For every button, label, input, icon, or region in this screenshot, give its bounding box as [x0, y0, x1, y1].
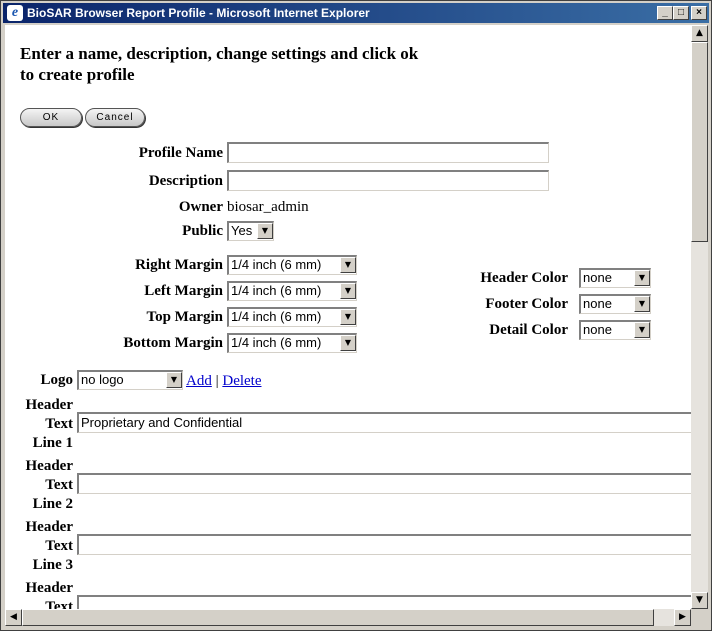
scroll-left-icon[interactable]: ◀	[5, 609, 22, 626]
footer-color-value: none	[583, 296, 612, 311]
chevron-down-icon[interactable]: ▼	[634, 322, 650, 338]
description-label: Description	[148, 173, 223, 189]
public-select[interactable]: Yes ▼	[227, 221, 274, 241]
detail-color-value: none	[583, 322, 612, 337]
chevron-down-icon[interactable]: ▼	[257, 223, 273, 239]
chevron-down-icon[interactable]: ▼	[340, 257, 356, 273]
bottom-margin-select[interactable]: 1/4 inch (6 mm) ▼	[227, 333, 357, 353]
logo-label: Logo	[40, 372, 73, 388]
header-text-line2-input[interactable]	[77, 473, 691, 494]
maximize-button[interactable]: □	[673, 6, 689, 20]
chevron-down-icon[interactable]: ▼	[166, 372, 182, 388]
left-margin-value: 1/4 inch (6 mm)	[231, 283, 322, 298]
top-margin-label: Top Margin	[146, 309, 223, 325]
label-part: Text	[45, 599, 73, 609]
right-margin-label: Right Margin	[135, 257, 223, 273]
top-margin-value: 1/4 inch (6 mm)	[231, 309, 322, 324]
detail-color-select[interactable]: none ▼	[579, 320, 651, 340]
label-part: Line 3	[32, 557, 73, 573]
left-margin-select[interactable]: 1/4 inch (6 mm) ▼	[227, 281, 357, 301]
chevron-down-icon[interactable]: ▼	[340, 335, 356, 351]
browser-window: e BioSAR Browser Report Profile - Micros…	[0, 0, 712, 631]
vertical-scrollbar[interactable]: ▲ ▼	[691, 25, 708, 609]
scroll-up-icon[interactable]: ▲	[691, 25, 708, 42]
cancel-button[interactable]: Cancel	[85, 108, 145, 127]
public-select-value: Yes	[231, 223, 253, 238]
description-input[interactable]	[227, 170, 549, 191]
label-part: Text	[45, 477, 73, 493]
header-text-line1-label: Header Text Line 1	[26, 396, 73, 453]
label-part: Text	[45, 416, 73, 432]
public-label: Public	[182, 223, 223, 239]
logo-select[interactable]: no logo ▼	[77, 370, 183, 390]
header-color-value: none	[583, 270, 612, 285]
add-logo-link[interactable]: Add	[186, 373, 212, 389]
chevron-down-icon[interactable]: ▼	[634, 296, 650, 312]
label-part: Header	[25, 458, 73, 474]
ok-button[interactable]: OK	[20, 108, 82, 127]
right-margin-value: 1/4 inch (6 mm)	[231, 257, 322, 272]
bottom-margin-value: 1/4 inch (6 mm)	[231, 335, 322, 350]
left-margin-label: Left Margin	[144, 283, 223, 299]
chevron-down-icon[interactable]: ▼	[634, 270, 650, 286]
vertical-scroll-thumb[interactable]	[691, 42, 708, 242]
window-title: BioSAR Browser Report Profile - Microsof…	[27, 6, 370, 20]
header-color-select[interactable]: none ▼	[579, 268, 651, 288]
top-margin-select[interactable]: 1/4 inch (6 mm) ▼	[227, 307, 357, 327]
chevron-down-icon[interactable]: ▼	[340, 283, 356, 299]
minimize-button[interactable]: _	[657, 6, 673, 20]
scroll-down-icon[interactable]: ▼	[691, 592, 708, 609]
chevron-down-icon[interactable]: ▼	[340, 309, 356, 325]
owner-value: biosar_admin	[227, 199, 309, 215]
scroll-right-icon[interactable]: ▶	[674, 609, 691, 626]
header-color-label: Header Color	[480, 270, 568, 286]
page-heading: Enter a name, description, change settin…	[20, 44, 419, 84]
page-content: Enter a name, description, change settin…	[5, 25, 691, 609]
title-bar: e BioSAR Browser Report Profile - Micros…	[3, 3, 709, 23]
label-part: Header	[25, 519, 73, 535]
label-part: Line 2	[32, 496, 73, 512]
horizontal-scroll-thumb[interactable]	[22, 609, 654, 626]
scrollbar-corner	[691, 609, 708, 626]
header-text-line1-input[interactable]: Proprietary and Confidential	[77, 412, 691, 433]
footer-color-select[interactable]: none ▼	[579, 294, 651, 314]
bottom-margin-label: Bottom Margin	[123, 335, 223, 351]
delete-logo-link[interactable]: Delete	[222, 373, 261, 389]
header-text-line3-input[interactable]	[77, 534, 691, 555]
close-button[interactable]: ×	[691, 6, 707, 20]
right-margin-select[interactable]: 1/4 inch (6 mm) ▼	[227, 255, 357, 275]
header-text-line4-label: Header Text	[26, 579, 73, 609]
detail-color-label: Detail Color	[489, 322, 568, 338]
label-part: Header	[25, 580, 73, 596]
label-part: Text	[45, 538, 73, 554]
profile-name-label: Profile Name	[138, 145, 223, 161]
logo-select-value: no logo	[81, 372, 124, 387]
horizontal-scrollbar[interactable]: ◀ ▶	[5, 609, 691, 626]
logo-link-separator: |	[215, 373, 219, 389]
profile-name-input[interactable]	[227, 142, 549, 163]
label-part: Header	[25, 397, 73, 413]
internet-explorer-icon: e	[7, 5, 23, 21]
header-text-line2-label: Header Text Line 2	[26, 457, 73, 514]
footer-color-label: Footer Color	[485, 296, 568, 312]
header-text-line4-input[interactable]	[77, 595, 691, 609]
label-part: Line 1	[32, 435, 73, 451]
owner-label: Owner	[178, 199, 223, 215]
header-text-line3-label: Header Text Line 3	[26, 518, 73, 575]
logo-actions: Add | Delete	[186, 373, 262, 390]
